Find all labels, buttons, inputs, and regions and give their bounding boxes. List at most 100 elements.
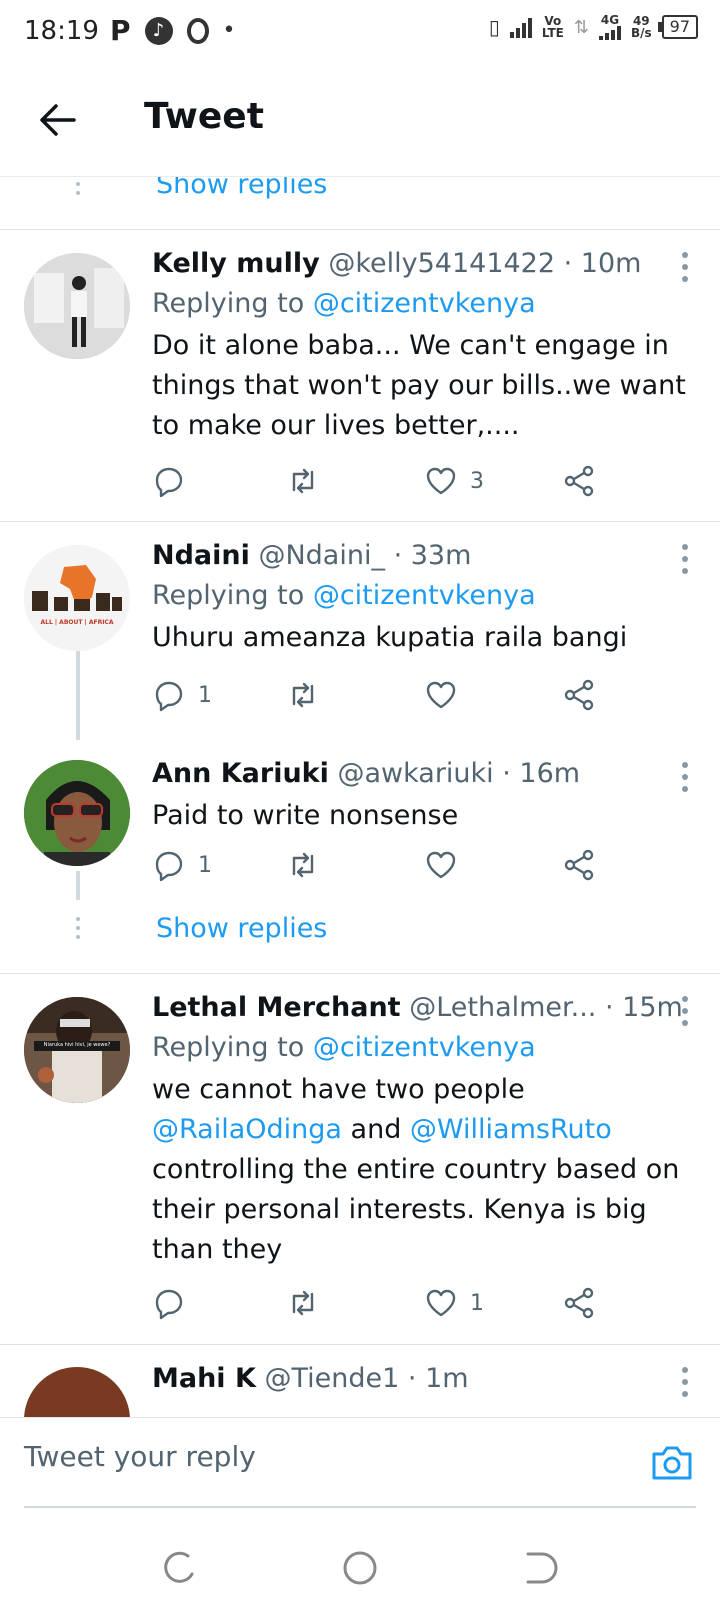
tweet-time: · 1m: [407, 1363, 469, 1394]
status-bar: 18:19 P ♪ • ▯ Vo LTE ⇅ 4G 49 B/s 97: [0, 0, 720, 66]
show-replies-link[interactable]: Show replies: [156, 177, 327, 200]
status-time: 18:19: [24, 16, 99, 46]
reply-icon: [155, 1289, 183, 1320]
replying-prefix: Replying to: [152, 580, 305, 611]
back-button[interactable]: [34, 96, 82, 144]
tweet-text-part: controlling the entire country based on …: [152, 1154, 680, 1265]
author-handle[interactable]: @awkariuki: [337, 758, 493, 789]
share-button[interactable]: [562, 464, 596, 498]
more-options-button[interactable]: [682, 996, 690, 1032]
reply-button[interactable]: 1: [152, 678, 212, 712]
tweet-ndaini[interactable]: ALL | ABOUT | AFRICA Ndaini @Ndaini_ · 3…: [0, 522, 720, 740]
tweet-actions: 3: [152, 464, 612, 504]
avatar[interactable]: [24, 253, 130, 359]
retweet-button[interactable]: [286, 678, 332, 712]
notification-icons: P ♪ •: [110, 14, 236, 47]
like-button[interactable]: 3: [424, 464, 484, 498]
volte-icon: Vo LTE: [542, 15, 564, 39]
replying-to: Replying to @citizentvkenya: [152, 576, 696, 616]
more-options-button[interactable]: [682, 762, 690, 798]
author-handle[interactable]: @Tiende1: [264, 1363, 399, 1394]
reply-button[interactable]: [152, 1286, 198, 1320]
tweet-kelly-mully[interactable]: Kelly mully @kelly54141422 · 10m Replyin…: [0, 230, 720, 521]
tweet-partial[interactable]: Mahi K @Tiende1 · 1m: [0, 1345, 720, 1417]
replying-to-mention[interactable]: @citizentvkenya: [313, 580, 536, 611]
more-options-button[interactable]: [682, 1367, 690, 1403]
retweet-icon: [292, 682, 314, 708]
tweet-lethal-merchant[interactable]: Niaruka hivi hivi, je wewe? Lethal Merch…: [0, 974, 720, 1344]
tweet-body: Mahi K @Tiende1 · 1m: [152, 1359, 696, 1399]
retweet-icon: [292, 852, 314, 878]
like-button[interactable]: [424, 678, 470, 712]
data-arrows-icon: ⇅: [573, 16, 589, 38]
tweet-body: Lethal Merchant @Lethalmer... · 15m Repl…: [152, 988, 696, 1270]
like-button[interactable]: 1: [424, 1286, 484, 1320]
replying-to-mention[interactable]: @citizentvkenya: [313, 288, 536, 319]
parking-app-icon: P: [110, 14, 131, 47]
tweet-text-part: we cannot have two people: [152, 1074, 525, 1105]
more-notifications-dot-icon: •: [222, 18, 236, 43]
author-name[interactable]: Ndaini: [152, 540, 250, 571]
retweet-button[interactable]: [286, 1286, 332, 1320]
avatar[interactable]: [24, 760, 130, 866]
replies-feed[interactable]: Show replies Kelly mully @kelly54141422 …: [0, 177, 720, 1417]
retweet-button[interactable]: [286, 464, 332, 498]
top-app-bar: Tweet: [0, 66, 720, 177]
reply-button[interactable]: [152, 464, 198, 498]
tweet-ann-kariuki[interactable]: Ann Kariuki @awkariuki · 16m Paid to wri…: [0, 740, 720, 900]
replying-to-mention[interactable]: @citizentvkenya: [313, 1032, 536, 1063]
more-options-button[interactable]: [682, 544, 690, 580]
tweet-meta: Kelly mully @kelly54141422 · 10m: [152, 244, 696, 284]
speed-unit: B/s: [630, 26, 652, 40]
tweet-body: Kelly mully @kelly54141422 · 10m Replyin…: [152, 244, 696, 446]
author-name[interactable]: Ann Kariuki: [152, 758, 329, 789]
author-name[interactable]: Mahi K: [152, 1363, 256, 1394]
share-button[interactable]: [562, 678, 596, 712]
reply-composer: Tweet your reply: [0, 1417, 720, 1508]
tweet-body: Ann Kariuki @awkariuki · 16m Paid to wri…: [152, 754, 696, 836]
reply-button[interactable]: 1: [152, 848, 212, 882]
camera-button[interactable]: [650, 1440, 694, 1484]
tweet-text: Do it alone baba... We can't engage in t…: [152, 330, 686, 441]
avatar[interactable]: [24, 545, 130, 651]
tweet-time: · 16m: [502, 758, 581, 789]
more-options-button[interactable]: [682, 252, 690, 288]
avatar[interactable]: [24, 997, 130, 1103]
home-button[interactable]: [338, 1546, 382, 1590]
signal-icon: [509, 16, 532, 38]
battery-icon: 97: [657, 15, 698, 39]
net-type: 4G: [600, 13, 620, 27]
recents-button[interactable]: [158, 1546, 202, 1590]
retweet-button[interactable]: [286, 848, 332, 882]
reply-input-underline: [24, 1506, 696, 1508]
show-replies-row[interactable]: Show replies: [0, 909, 720, 961]
avatar-logo: [24, 545, 130, 651]
author-handle[interactable]: @Ndaini_: [258, 540, 385, 571]
mention-link[interactable]: @RailaOdinga: [152, 1114, 342, 1145]
tweet-meta: Ndaini @Ndaini_ · 33m: [152, 536, 696, 576]
avatar-photo: [24, 253, 130, 359]
share-button[interactable]: [562, 848, 596, 882]
share-button[interactable]: [562, 1286, 596, 1320]
thread-dots-icon: [76, 177, 80, 200]
mention-link[interactable]: @WilliamsRuto: [410, 1114, 612, 1145]
author-handle[interactable]: @kelly54141422: [328, 248, 555, 279]
opera-icon: [186, 17, 209, 44]
heart-icon: [426, 681, 456, 709]
avatar[interactable]: [24, 1367, 130, 1417]
tweet-actions: 1: [152, 848, 612, 888]
author-handle[interactable]: @Lethalmer...: [409, 992, 596, 1023]
show-replies-link[interactable]: Show replies: [156, 913, 327, 944]
tweet-actions: 1: [152, 678, 612, 718]
system-icons: ▯ Vo LTE ⇅ 4G 49 B/s 97: [489, 14, 698, 40]
reply-input[interactable]: Tweet your reply: [24, 1440, 256, 1473]
show-replies-row[interactable]: Show replies: [0, 177, 720, 217]
heart-icon: [426, 851, 456, 879]
vibrate-icon: ▯: [488, 15, 500, 39]
author-name[interactable]: Lethal Merchant: [152, 992, 401, 1023]
tweet-meta: Ann Kariuki @awkariuki · 16m: [152, 754, 696, 794]
back-nav-button[interactable]: [518, 1546, 562, 1590]
author-name[interactable]: Kelly mully: [152, 248, 320, 279]
reply-icon: [155, 851, 183, 882]
like-button[interactable]: [424, 848, 470, 882]
